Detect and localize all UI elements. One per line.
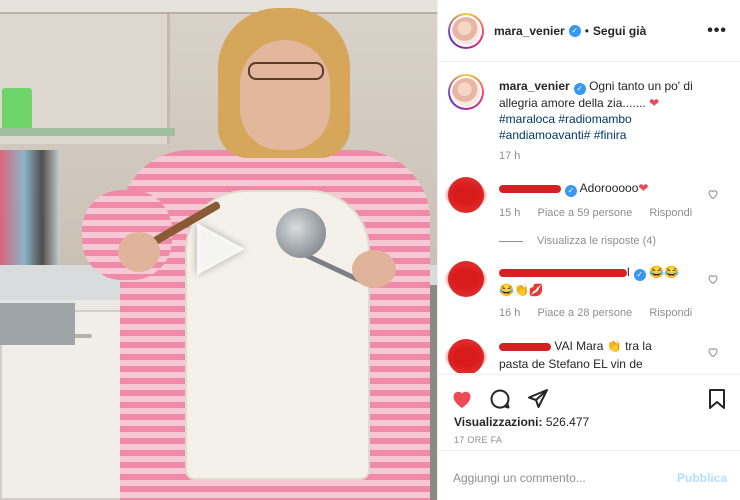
post-header: mara_venier ✓ • Segui già ••• <box>438 0 740 62</box>
play-icon <box>197 223 245 275</box>
caption-text: mara_venier ✓ Ogni tanto un po' di allegr… <box>499 78 734 143</box>
add-comment-bar: Aggiungi un commento... Pubblica <box>438 450 740 500</box>
comment-2-meta: 16 h Piace a 28 persone Rispondi <box>499 307 693 319</box>
verified-badge-icon: ✓ <box>565 185 577 197</box>
view-replies-link[interactable]: Visualizza le risposte (4) <box>499 235 656 247</box>
redacted-username <box>499 184 561 193</box>
like-comment-heart-icon[interactable] <box>707 346 719 358</box>
comment-1: ✓ Adorooooo❤ <box>499 179 699 197</box>
verified-badge-icon: ✓ <box>573 83 586 95</box>
comment-avatar[interactable] <box>444 339 488 373</box>
comment-1-meta: 15 h Piace a 59 persone Rispondi <box>499 207 693 219</box>
post-sidebar: mara_venier ✓ • Segui già ••• mara_venie… <box>437 0 740 500</box>
comment-input[interactable]: Aggiungi un commento... <box>453 471 586 485</box>
heart-emoji: ❤ <box>638 181 649 195</box>
likes-count[interactable]: Piace a 28 persone <box>537 307 632 319</box>
views-count[interactable]: Visualizzazioni: 526.477 <box>454 415 589 429</box>
username-link[interactable]: mara_venier <box>494 24 565 38</box>
comment-bubble-icon[interactable] <box>488 387 512 411</box>
instagram-post-window: mara_venier ✓ • Segui già ••• mara_venie… <box>0 0 740 500</box>
comment-3: VAI Mara 👏 tra la pasta de Stefano EL vi… <box>499 339 652 371</box>
more-options-icon[interactable]: ••• <box>707 22 727 40</box>
post-time-ago: 17 ORE FA <box>454 435 503 445</box>
heart-emoji: ❤ <box>649 96 660 110</box>
play-button[interactable] <box>186 218 252 280</box>
hashtags-line-2[interactable]: #andiamoavanti# #finira <box>499 128 626 142</box>
avatar[interactable] <box>448 12 484 49</box>
verified-badge-icon: ✓ <box>568 24 581 37</box>
verified-badge-icon: ✓ <box>633 269 646 281</box>
comment-text: Adorooooo <box>579 181 639 195</box>
caption-username[interactable]: mara_venier <box>499 79 570 93</box>
like-heart-icon[interactable] <box>450 387 474 411</box>
comment-2: l ✓ 😂😂 😂👏💋 <box>499 265 679 297</box>
caption-time: 17 h <box>499 150 521 162</box>
like-comment-heart-icon[interactable] <box>707 188 719 200</box>
bookmark-icon[interactable] <box>705 387 729 411</box>
video-player[interactable] <box>0 0 437 500</box>
reply-link[interactable]: Rispondi <box>649 207 692 219</box>
caption-avatar[interactable] <box>448 74 484 110</box>
following-button[interactable]: Segui già <box>593 24 646 38</box>
redacted-username <box>499 342 551 351</box>
reply-link[interactable]: Rispondi <box>649 307 692 319</box>
share-direct-icon[interactable] <box>526 387 550 411</box>
like-comment-heart-icon[interactable] <box>707 273 719 285</box>
comments-list[interactable]: mara_venier ✓ Ogni tanto un po' di allegr… <box>438 63 740 373</box>
comment-avatar[interactable] <box>444 177 488 213</box>
publish-button[interactable]: Pubblica <box>677 471 727 485</box>
hashtags-line-1[interactable]: #maraloca #radiomambo <box>499 112 632 126</box>
likes-count[interactable]: Piace a 59 persone <box>537 207 632 219</box>
redacted-username <box>499 268 627 277</box>
separator-dot: • <box>584 23 589 38</box>
comment-avatar[interactable] <box>444 261 488 297</box>
